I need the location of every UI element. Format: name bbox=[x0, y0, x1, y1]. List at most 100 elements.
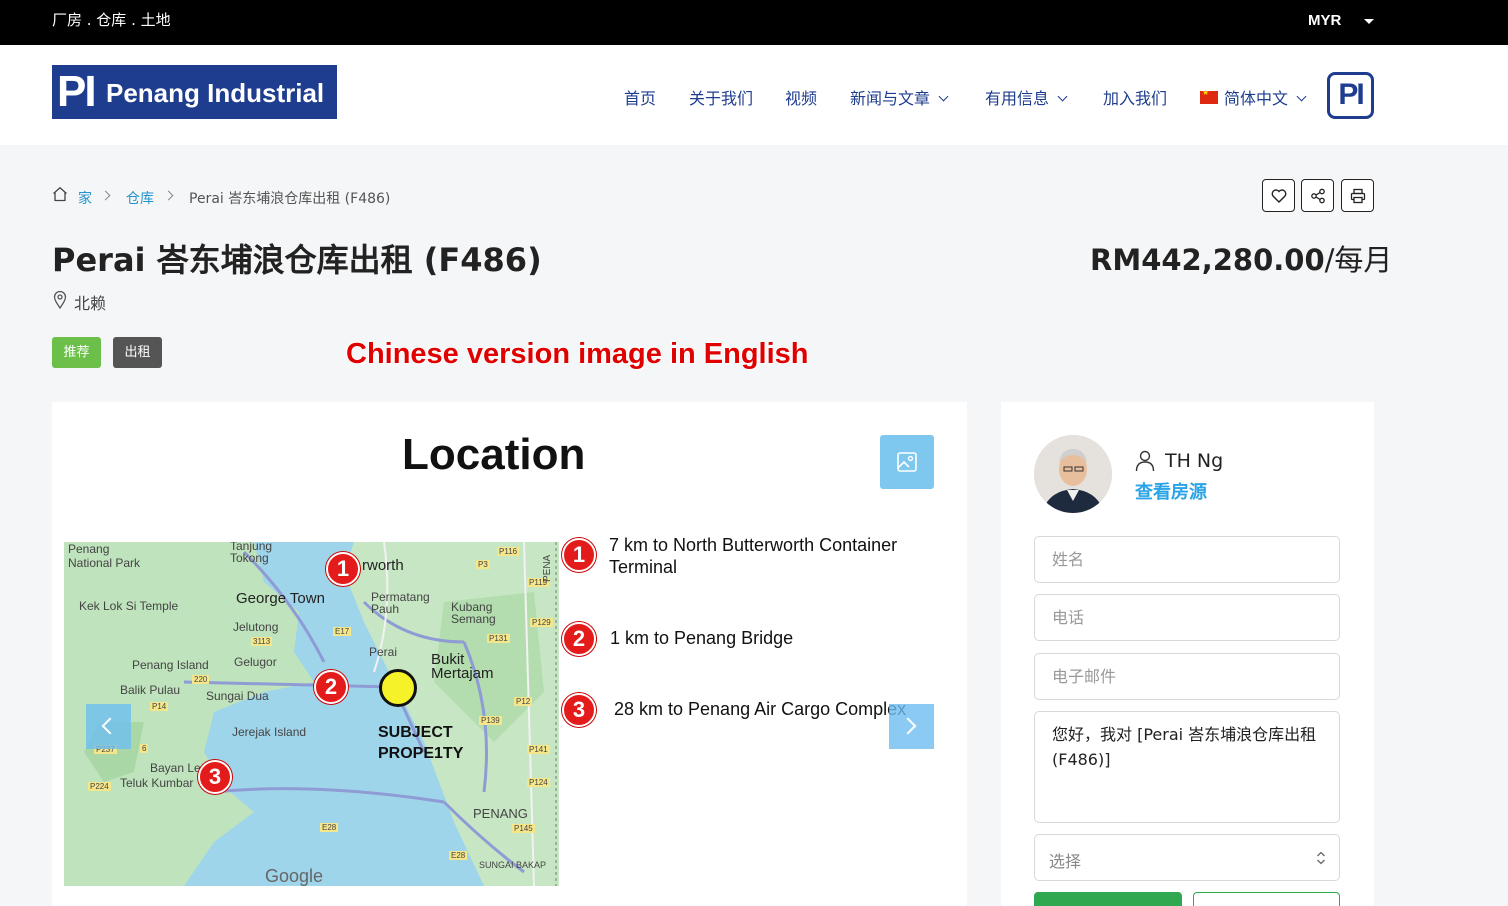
price-unit: /每月 bbox=[1324, 243, 1393, 277]
road-sign: P131 bbox=[487, 634, 510, 643]
location-text: 北赖 bbox=[74, 294, 107, 313]
road-sign: P129 bbox=[530, 618, 553, 627]
user-icon bbox=[1135, 450, 1155, 472]
logo-badge[interactable]: PI bbox=[1327, 72, 1374, 119]
map-label: Kubang Semang bbox=[451, 600, 496, 626]
language-selector[interactable]: 简体中文 bbox=[1200, 85, 1307, 109]
road-sign: E28 bbox=[449, 851, 468, 860]
map-label: SUNGAI BAKAP bbox=[479, 860, 547, 870]
map-label: Jerejak Island bbox=[232, 725, 307, 739]
map-label: Bukit Mertajam bbox=[431, 651, 494, 682]
map-label: Perai bbox=[369, 645, 398, 659]
email-field[interactable] bbox=[1034, 653, 1340, 700]
note-marker-3: 3 bbox=[562, 693, 596, 727]
road-sign: P116 bbox=[497, 547, 520, 556]
map-pin-icon bbox=[53, 291, 67, 309]
agent-name: TH Ng bbox=[1165, 450, 1224, 472]
road-sign: P145 bbox=[512, 824, 535, 833]
phone-field[interactable] bbox=[1034, 594, 1340, 641]
chevron-down-icon bbox=[1296, 91, 1307, 102]
print-button[interactable] bbox=[1341, 179, 1374, 212]
chevron-down-icon bbox=[938, 91, 949, 102]
nav-news[interactable]: 新闻与文章 bbox=[850, 85, 949, 109]
map-label: Permatang Pauh bbox=[371, 590, 430, 616]
map-label: Jelutong bbox=[233, 620, 279, 634]
favorite-button[interactable] bbox=[1262, 179, 1295, 212]
road-sign: P124 bbox=[527, 778, 550, 787]
chevron-down-icon bbox=[1057, 91, 1068, 102]
language-label: 简体中文 bbox=[1224, 89, 1289, 108]
breadcrumb-home[interactable]: 家 bbox=[78, 188, 92, 208]
map-label: Balik Pulau bbox=[120, 683, 181, 697]
caret-down-icon[interactable] bbox=[1364, 19, 1374, 24]
chevron-right-icon bbox=[899, 717, 917, 735]
tagline: 厂房 . 仓库 . 土地 bbox=[52, 11, 171, 29]
breadcrumb-category[interactable]: 仓库 bbox=[126, 188, 154, 208]
google-logo: Google bbox=[265, 866, 324, 886]
road-sign: P3 bbox=[476, 560, 490, 569]
gallery-heading: Location bbox=[402, 430, 586, 479]
map-label: PENANG bbox=[473, 806, 528, 821]
logo-mark: PI bbox=[57, 67, 97, 116]
road-sign: P139 bbox=[479, 716, 502, 725]
nav-useful-info[interactable]: 有用信息 bbox=[985, 85, 1068, 109]
map-label: Penang Island bbox=[132, 658, 209, 672]
image-icon bbox=[897, 452, 917, 472]
site-logo[interactable]: PI Penang Industrial bbox=[52, 65, 337, 119]
call-button[interactable] bbox=[1193, 892, 1340, 906]
inquiry-type-select[interactable]: 选择 bbox=[1034, 834, 1340, 881]
name-field[interactable] bbox=[1034, 536, 1340, 583]
currency-selector[interactable]: MYR bbox=[1308, 12, 1341, 29]
share-button[interactable] bbox=[1301, 179, 1334, 212]
share-icon bbox=[1311, 188, 1325, 204]
gallery-prev-button[interactable] bbox=[86, 704, 131, 749]
agent-contact-card: TH Ng 查看房源 选择 bbox=[1001, 402, 1374, 906]
road-sign: 6 bbox=[140, 744, 149, 753]
nav-videos[interactable]: 视频 bbox=[785, 85, 817, 109]
nav-news-label: 新闻与文章 bbox=[850, 89, 931, 108]
nav-join[interactable]: 加入我们 bbox=[1103, 85, 1167, 109]
nav-home[interactable]: 首页 bbox=[624, 85, 656, 109]
banner-note: Chinese version image in English bbox=[346, 338, 809, 370]
road-sign: P141 bbox=[527, 745, 550, 754]
chevron-left-icon bbox=[101, 717, 119, 735]
subject-property-label: SUBJECT PROPE1TY bbox=[378, 724, 464, 762]
updown-chevron-icon bbox=[1317, 851, 1325, 865]
note-marker-2: 2 bbox=[562, 622, 596, 656]
note-text-1: 7 km to North Butterworth Container Term… bbox=[609, 535, 898, 577]
rent-badge[interactable]: 出租 bbox=[113, 337, 162, 368]
map-label: Penang National Park bbox=[68, 542, 141, 570]
gallery-next-button[interactable] bbox=[889, 704, 934, 749]
select-placeholder: 选择 bbox=[1049, 852, 1082, 871]
road-sign: 220 bbox=[192, 675, 210, 684]
map-label: PENA bbox=[542, 554, 553, 582]
map-label: Teluk Kumbar bbox=[120, 776, 194, 790]
listing-price: RM442,280.00/每月 bbox=[1090, 237, 1392, 279]
road-sign: E17 bbox=[333, 627, 352, 636]
image-gallery: Location Penang National Park Tanjung To… bbox=[52, 402, 967, 906]
view-listings-link[interactable]: 查看房源 bbox=[1135, 478, 1207, 504]
location-map: Penang National Park Tanjung Tokong rwor… bbox=[64, 542, 559, 886]
nav-about[interactable]: 关于我们 bbox=[689, 85, 753, 109]
map-marker-1: 1 bbox=[326, 552, 360, 586]
map-label: Kek Lok Si Temple bbox=[79, 599, 179, 613]
featured-badge[interactable]: 推荐 bbox=[52, 337, 101, 368]
home-icon[interactable] bbox=[52, 186, 68, 202]
map-marker-2: 2 bbox=[314, 670, 348, 704]
price-amount: RM442,280.00 bbox=[1090, 243, 1325, 277]
agent-avatar[interactable] bbox=[1034, 435, 1112, 513]
gallery-view-button[interactable] bbox=[880, 435, 934, 489]
chevron-right-icon bbox=[163, 190, 174, 201]
breadcrumb-current: Perai 峇东埔浪仓库出租 (F486) bbox=[189, 191, 391, 207]
map-label: Bayan Le bbox=[150, 761, 201, 775]
road-sign: E28 bbox=[320, 823, 339, 832]
send-email-button[interactable] bbox=[1034, 892, 1182, 906]
map-label: Gelugor bbox=[234, 655, 277, 669]
china-flag-icon bbox=[1200, 88, 1218, 104]
printer-icon bbox=[1350, 188, 1366, 204]
message-field[interactable] bbox=[1034, 711, 1340, 823]
logo-name: Penang Industrial bbox=[106, 78, 325, 108]
nav-useful-info-label: 有用信息 bbox=[985, 89, 1050, 108]
heart-icon bbox=[1271, 189, 1287, 203]
road-sign: P12 bbox=[514, 697, 533, 706]
